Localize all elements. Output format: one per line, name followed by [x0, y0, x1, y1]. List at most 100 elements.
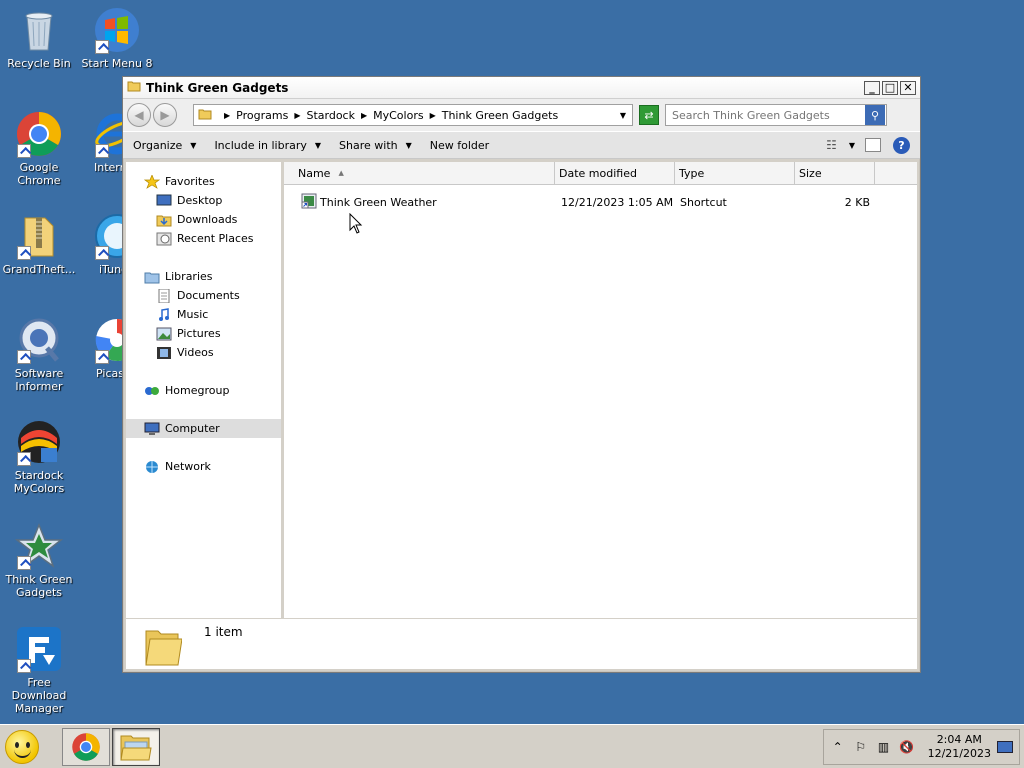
nav-item-libraries[interactable]: Libraries	[126, 267, 281, 286]
title-bar[interactable]: Think Green Gadgets _ □ ✕	[123, 77, 920, 99]
desktop-icon-label: Internet Explorer	[94, 161, 122, 174]
nav-item-favorites[interactable]: Favorites	[126, 172, 281, 191]
explorer-window: Think Green Gadgets _ □ ✕ ◀ ▶ ▶ Programs…	[122, 76, 921, 673]
clock-date: 12/21/2023	[927, 746, 991, 760]
homegroup-icon	[144, 384, 160, 398]
smiley-icon	[5, 729, 39, 764]
shortcut-arrow-icon	[17, 144, 31, 158]
start-button[interactable]	[0, 725, 44, 768]
file-type: Shortcut	[680, 195, 727, 209]
search-icon[interactable]: ⚲	[865, 105, 885, 125]
address-dropdown-icon[interactable]: ▼	[620, 111, 626, 120]
breadcrumb-arrow-icon[interactable]: ▶	[224, 111, 230, 120]
column-header-date-modified[interactable]: Date modified	[555, 162, 675, 184]
breadcrumb-arrow-icon[interactable]: ▶	[294, 111, 300, 120]
minimize-button[interactable]: _	[864, 80, 880, 95]
help-icon[interactable]: ?	[893, 136, 910, 154]
new-folder-button[interactable]: New folder	[430, 139, 489, 152]
shortcut-arrow-icon	[17, 350, 31, 364]
desktop-icon-picasa[interactable]: Picasa	[78, 316, 122, 380]
column-header-type[interactable]: Type	[675, 162, 795, 184]
zip-folder-icon	[15, 212, 63, 260]
clock-time: 2:04 AM	[936, 732, 982, 746]
nav-item-documents[interactable]: Documents	[126, 286, 281, 305]
address-bar[interactable]: ▶ Programs ▶ Stardock ▶ MyColors ▶ Think…	[193, 104, 633, 126]
nav-item-computer[interactable]: Computer	[126, 419, 281, 438]
breadcrumb-item[interactable]: Stardock	[306, 109, 355, 122]
recycle-bin-icon	[15, 6, 63, 54]
desktop-icon-recycle-bin[interactable]: Recycle Bin	[0, 6, 78, 70]
column-label: Name	[298, 166, 331, 180]
desktop-icon-itunes[interactable]: iTunes	[78, 212, 122, 276]
clock[interactable]: 2:04 AM 12/21/2023	[928, 733, 991, 761]
recent-places-icon	[156, 232, 172, 246]
nav-item-music[interactable]: Music	[126, 305, 281, 324]
breadcrumb-item[interactable]: Think Green Gadgets	[442, 109, 558, 122]
details-pane: 1 item	[126, 619, 917, 669]
show-desktop-icon[interactable]	[997, 739, 1013, 755]
column-header-name[interactable]: Name ▲	[284, 162, 555, 184]
chevron-down-icon[interactable]: ▼	[849, 141, 855, 150]
desktop-icon-label: Free Download Manager	[11, 676, 67, 715]
organize-button[interactable]: Organize ▼	[133, 139, 196, 152]
file-row[interactable]: Think Green Weather 12/21/2023 1:05 AM S…	[284, 191, 917, 213]
taskbar-chrome-button[interactable]	[62, 727, 110, 766]
desktop-icon-software-informer[interactable]: Software Informer	[0, 316, 78, 393]
desktop-icon	[156, 194, 172, 208]
window-title: Think Green Gadgets	[146, 80, 289, 95]
breadcrumb-arrow-icon[interactable]: ▶	[430, 111, 436, 120]
shortcut-file-icon	[301, 193, 317, 212]
desktop-icon-stardock-mycolors[interactable]: Stardock MyColors	[0, 418, 78, 495]
view-options-icon[interactable]: ☷	[826, 138, 837, 152]
nav-item-pictures[interactable]: Pictures	[126, 324, 281, 343]
desktop-icon-think-green-gadgets[interactable]: Think Green Gadgets	[0, 522, 78, 599]
nav-label: Videos	[177, 346, 214, 359]
search-box[interactable]: ⚲	[665, 104, 887, 126]
desktop-icon-free-download-manager[interactable]: Free Download Manager	[0, 625, 78, 715]
shortcut-arrow-icon	[95, 350, 109, 364]
breadcrumb-arrow-icon[interactable]: ▶	[361, 111, 367, 120]
nav-label: Recent Places	[177, 232, 254, 245]
breadcrumb: ▶ Programs ▶ Stardock ▶ MyColors ▶ Think…	[218, 109, 558, 122]
desktop-icon-grandtheft[interactable]: GrandTheft...	[0, 212, 78, 276]
search-input[interactable]	[672, 108, 865, 122]
maximize-button[interactable]: □	[882, 80, 898, 95]
flag-icon[interactable]: ⚐	[853, 739, 869, 755]
nav-item-videos[interactable]: Videos	[126, 343, 281, 362]
desktop-icon-label: Start Menu 8	[81, 57, 153, 70]
column-header-size[interactable]: Size	[795, 162, 875, 184]
file-size: 2 KB	[844, 195, 870, 209]
volume-muted-icon[interactable]: 🔇	[899, 739, 915, 755]
desktop-icon-google-chrome[interactable]: Google Chrome	[0, 110, 78, 187]
nav-item-desktop[interactable]: Desktop	[126, 191, 281, 210]
folder-icon	[120, 735, 152, 760]
include-in-library-button[interactable]: Include in library ▼	[214, 139, 321, 152]
share-with-button[interactable]: Share with ▼	[339, 139, 412, 152]
shortcut-arrow-icon	[95, 144, 109, 158]
chevron-down-icon: ▼	[190, 140, 197, 150]
network-status-icon[interactable]: ▥	[876, 739, 892, 755]
nav-label: Documents	[177, 289, 240, 302]
desktop-icon-start-menu-8[interactable]: Start Menu 8	[78, 6, 156, 70]
nav-item-homegroup[interactable]: Homegroup	[126, 381, 281, 400]
nav-item-recent-places[interactable]: Recent Places	[126, 229, 281, 248]
nav-label: Music	[177, 308, 209, 321]
nav-item-network[interactable]: Network	[126, 457, 281, 476]
nav-item-downloads[interactable]: Downloads	[126, 210, 281, 229]
taskbar-explorer-button[interactable]	[112, 727, 160, 766]
breadcrumb-item[interactable]: MyColors	[373, 109, 423, 122]
show-hidden-icons-icon[interactable]: ⌃	[830, 739, 846, 755]
back-button[interactable]: ◀	[127, 103, 151, 127]
desktop-icon-internet-explorer[interactable]: Internet Explorer	[78, 110, 122, 174]
file-name: Think Green Weather	[320, 195, 437, 209]
close-button[interactable]: ✕	[900, 80, 916, 95]
folder-icon	[127, 79, 141, 96]
refresh-icon[interactable]: ⇄	[639, 105, 659, 125]
preview-pane-icon[interactable]	[865, 138, 881, 152]
shortcut-arrow-icon	[17, 452, 31, 466]
forward-button[interactable]: ▶	[153, 103, 177, 127]
libraries-icon	[144, 270, 160, 284]
pictures-icon	[156, 327, 172, 341]
breadcrumb-item[interactable]: Programs	[236, 109, 288, 122]
taskbar: ⌃ ⚐ ▥ 🔇 2:04 AM 12/21/2023	[0, 724, 1024, 768]
